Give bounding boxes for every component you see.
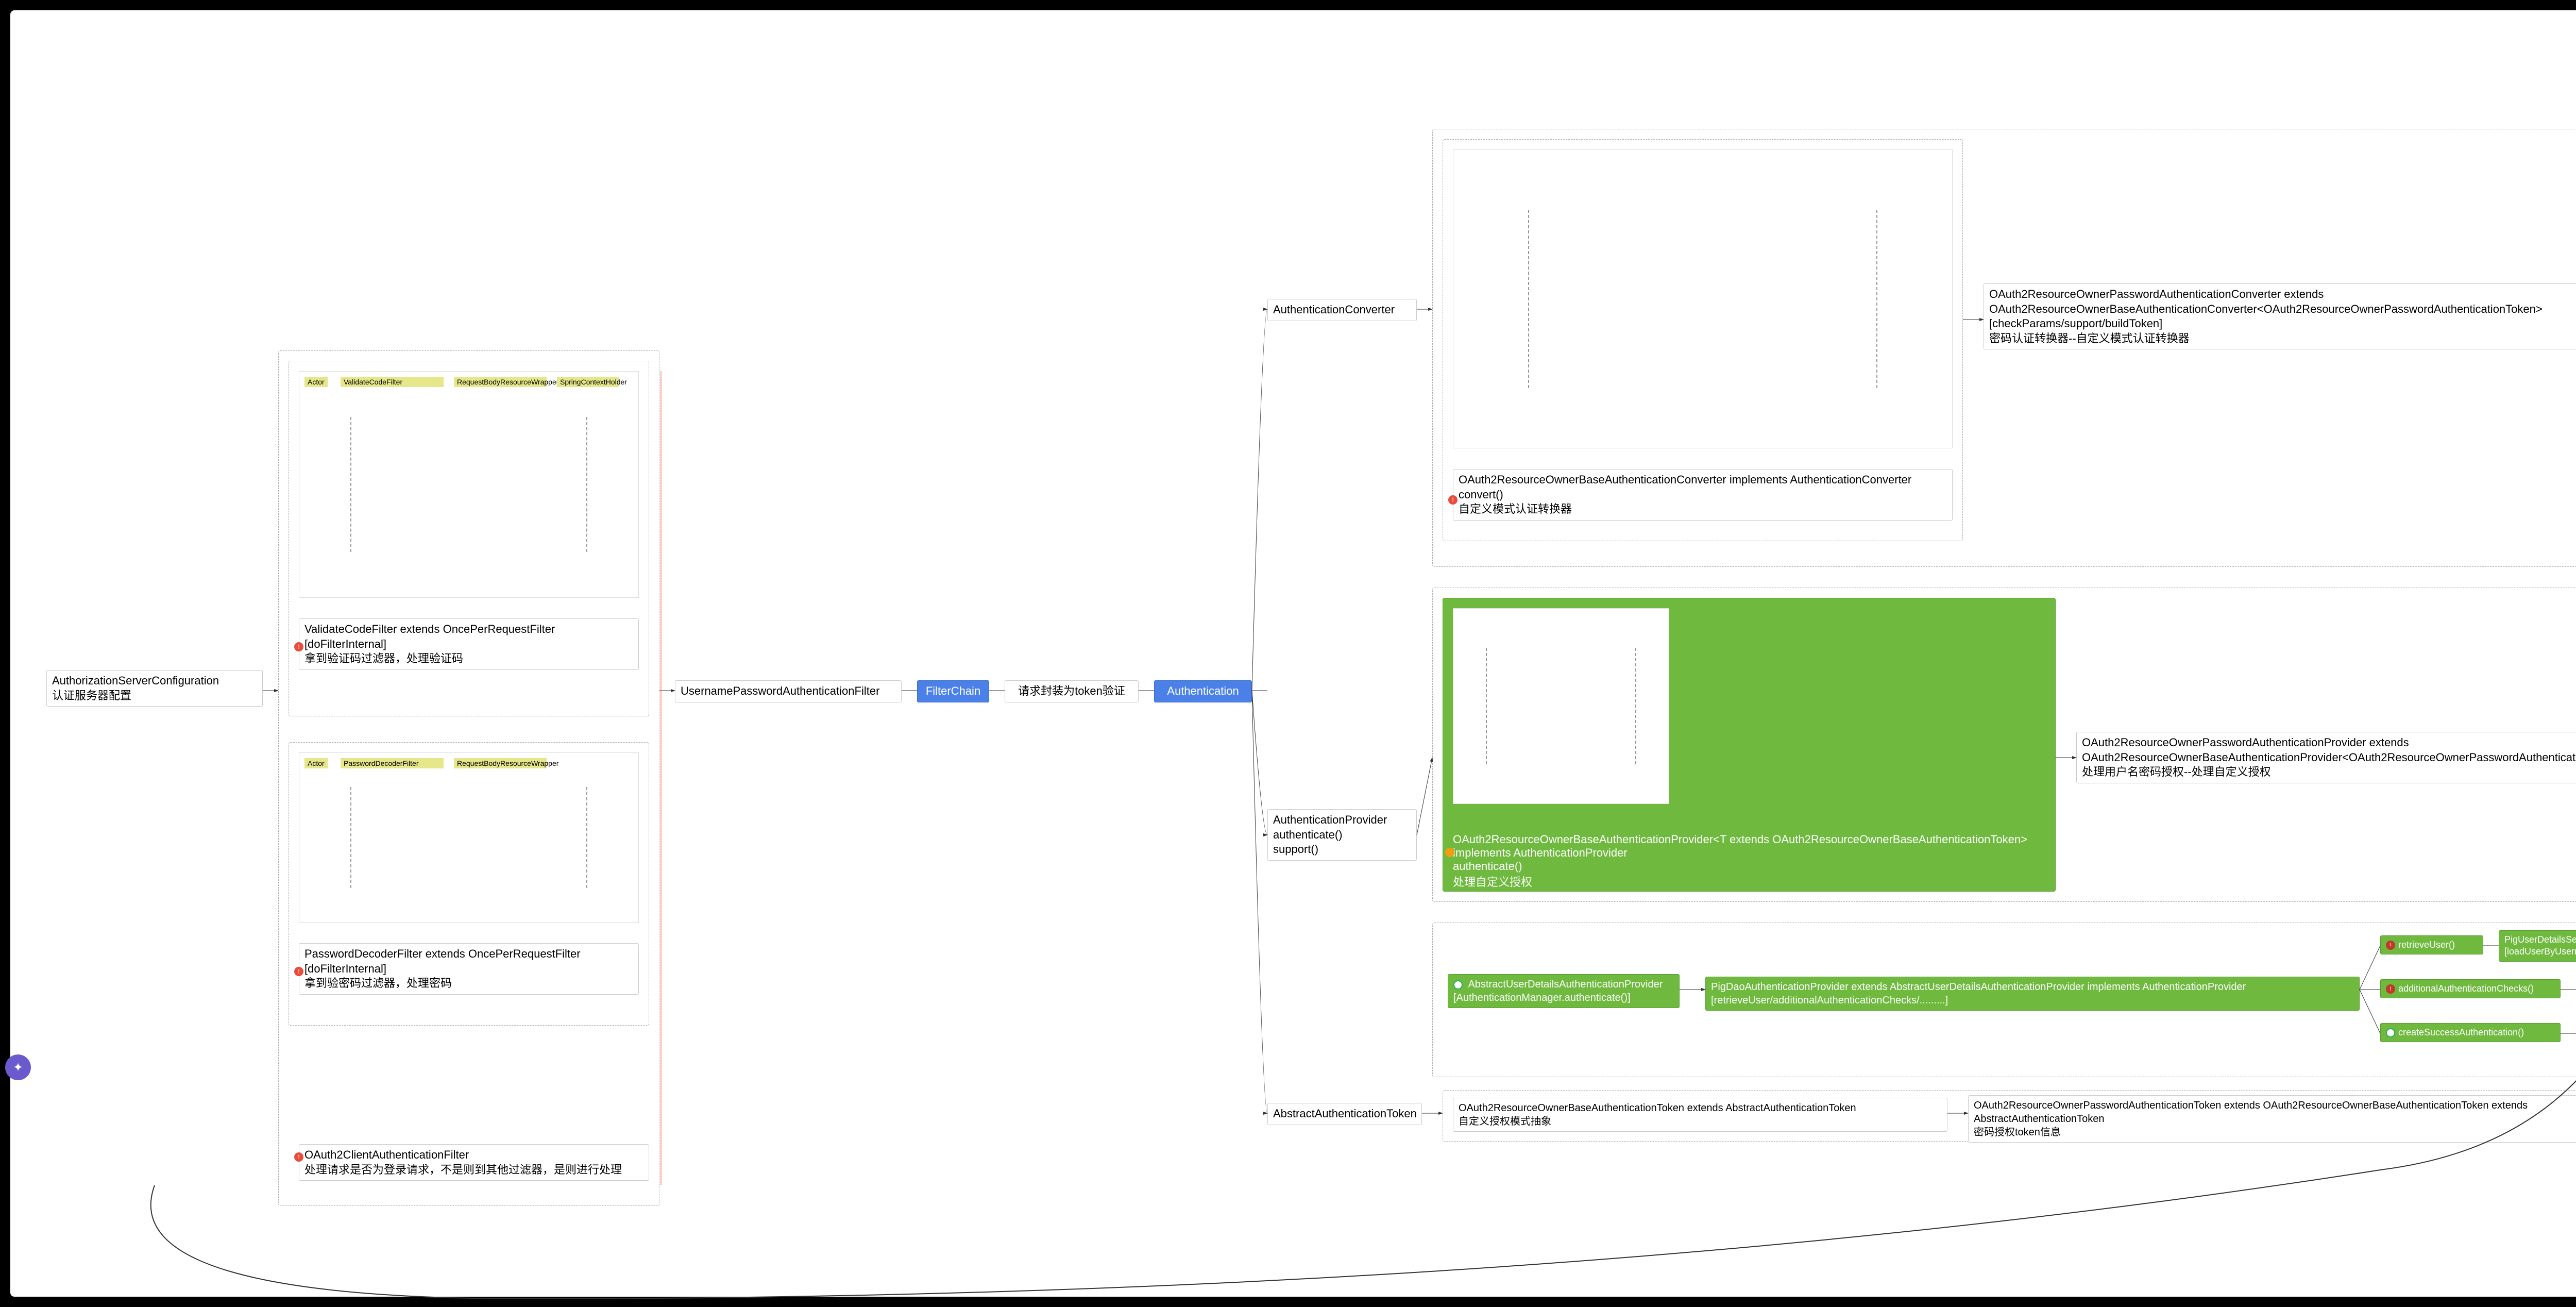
node-oauth2-client-filter[interactable]: ! OAuth2ClientAuthenticationFilter 处理请求是… <box>299 1144 649 1181</box>
node-pig-dao-provider[interactable]: PigDaoAuthenticationProvider extends Abs… <box>1705 977 2360 1011</box>
node-pwd-provider[interactable]: OAuth2ResourceOwnerPasswordAuthenticatio… <box>2076 732 2576 783</box>
node-base-provider[interactable]: OAuth2ResourceOwnerBaseAuthenticationPro… <box>1453 819 2045 903</box>
node-abstract-token[interactable]: AbstractAuthenticationToken <box>1267 1103 1422 1125</box>
node-pwd-converter[interactable]: OAuth2ResourceOwnerPasswordAuthenticatio… <box>1984 283 2576 349</box>
node-retrieve-user[interactable]: !retrieveUser() <box>2380 935 2483 954</box>
node-additional-checks[interactable]: !additionalAuthenticationChecks() <box>2380 979 2561 998</box>
error-icon: ! <box>2386 984 2395 994</box>
thumb-password: Actor PasswordDecoderFilter RequestBodyR… <box>299 752 639 923</box>
node-abstract-user-details[interactable]: AbstractUserDetailsAuthenticationProvide… <box>1448 974 1680 1008</box>
error-icon: ! <box>1448 495 1458 505</box>
error-icon: ! <box>2386 941 2395 950</box>
node-create-success[interactable]: createSuccessAuthentication() <box>2380 1023 2561 1042</box>
warning-icon <box>1445 848 1454 857</box>
node-pwd-token[interactable]: OAuth2ResourceOwnerPasswordAuthenticatio… <box>1968 1095 2576 1143</box>
node-validate-filter[interactable]: ValidateCodeFilter extends OncePerReques… <box>299 618 639 670</box>
node-password-filter[interactable]: PasswordDecoderFilter extends OncePerReq… <box>299 943 639 995</box>
error-icon: ! <box>294 642 303 651</box>
error-icon: ! <box>294 1152 303 1162</box>
node-base-converter[interactable]: OAuth2ResourceOwnerBaseAuthenticationCon… <box>1453 469 1953 521</box>
fab-button[interactable]: ✦ <box>5 1054 31 1080</box>
check-icon <box>2386 1028 2395 1037</box>
thumb-validate: Actor ValidateCodeFilter RequestBodyReso… <box>299 371 639 598</box>
node-authentication[interactable]: Authentication <box>1154 680 1252 702</box>
node-base-token[interactable]: OAuth2ResourceOwnerBaseAuthenticationTok… <box>1453 1098 1947 1132</box>
node-auth-converter[interactable]: AuthenticationConverter <box>1267 299 1417 321</box>
node-request-token[interactable]: 请求封装为token验证 <box>1005 680 1139 702</box>
node-pig-user-details[interactable]: PigUserDetailsServiceImpl [loadUserByUse… <box>2499 930 2576 962</box>
thumb-base-converter <box>1453 149 1953 448</box>
node-filter-chain[interactable]: FilterChain <box>917 680 989 702</box>
thumb-provider <box>1453 608 1669 804</box>
node-username-pwd-filter[interactable]: UsernamePasswordAuthenticationFilter <box>675 680 902 702</box>
diagram-canvas[interactable]: AuthorizationServerConfiguration 认证服务器配置… <box>10 10 2576 1297</box>
check-icon <box>1453 980 1463 990</box>
node-auth-provider[interactable]: AuthenticationProvider authenticate() su… <box>1267 809 1417 861</box>
error-icon: ! <box>294 967 303 976</box>
node-auth-server-config[interactable]: AuthorizationServerConfiguration 认证服务器配置 <box>46 670 263 707</box>
